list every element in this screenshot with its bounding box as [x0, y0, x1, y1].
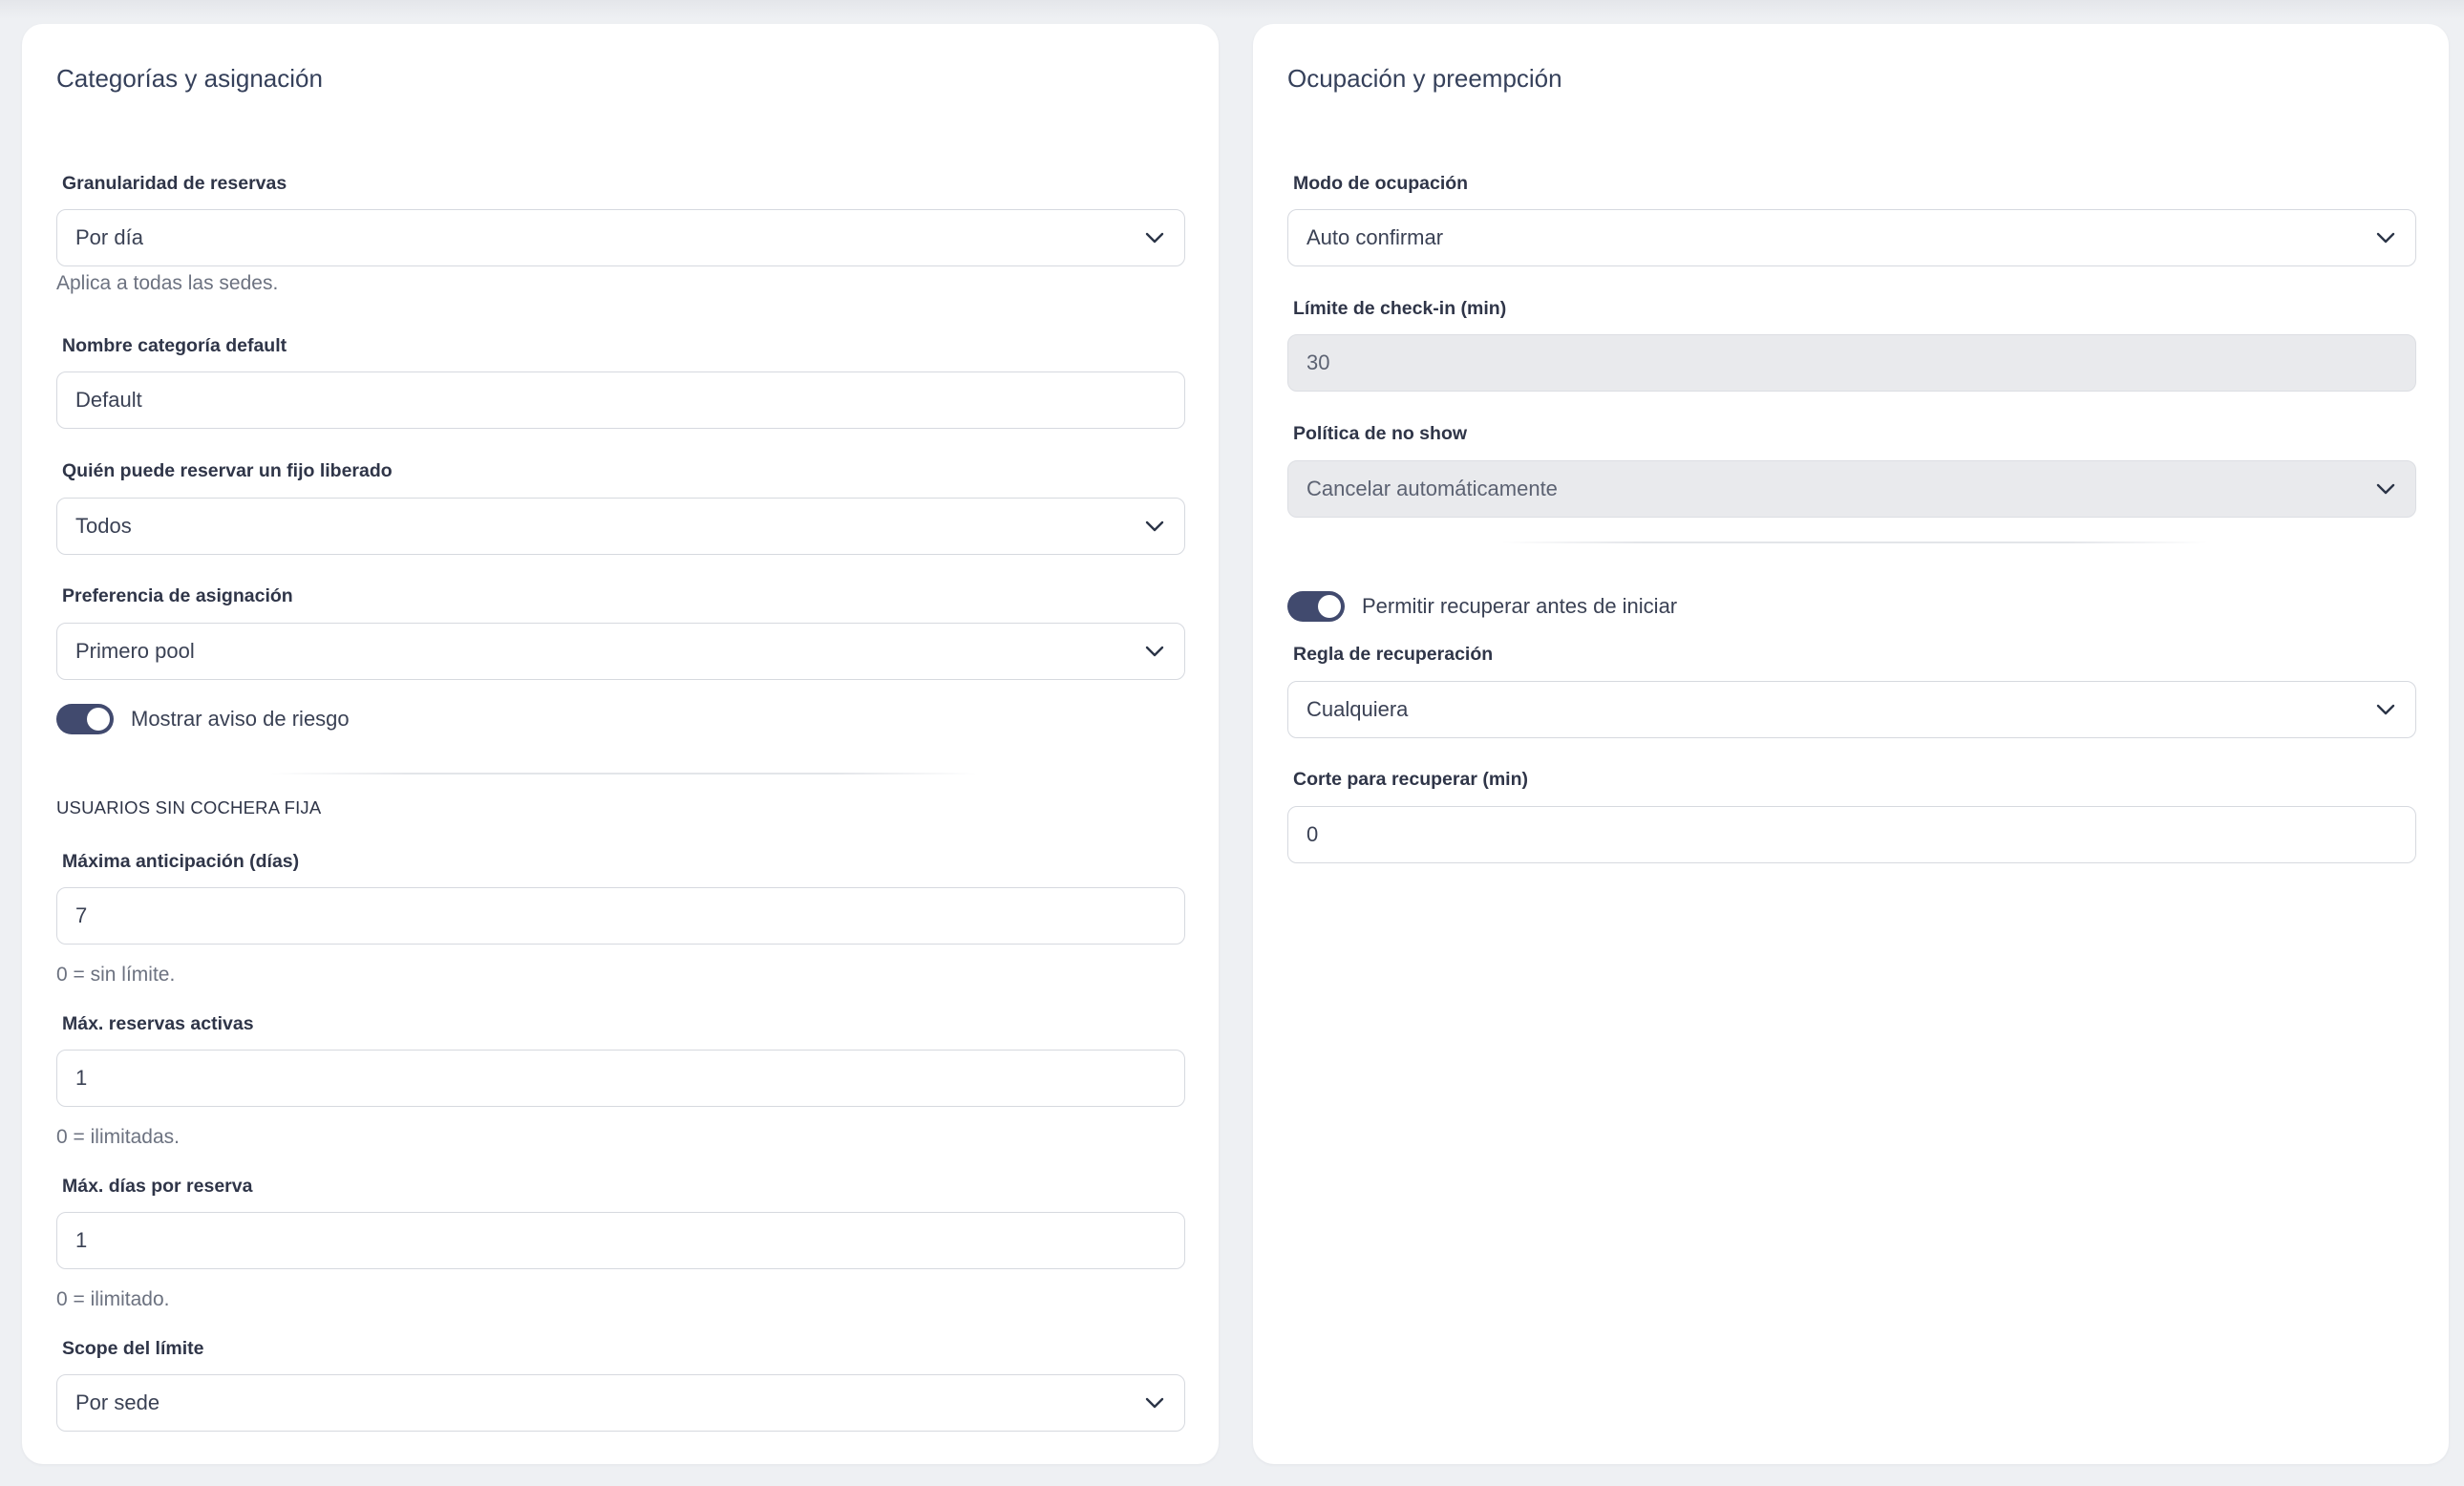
assignment-preference-value: Primero pool: [75, 639, 195, 663]
max-active-help: 0 = ilimitadas.: [56, 1126, 180, 1148]
default-category-value: Default: [75, 388, 142, 412]
no-show-policy-value: Cancelar automáticamente: [1306, 477, 1558, 500]
assignment-preference-label: Preferencia de asignación: [62, 585, 293, 606]
chevron-down-icon: [2376, 232, 2395, 244]
chevron-down-icon: [2376, 704, 2395, 715]
chevron-down-icon: [1145, 1397, 1164, 1409]
recovery-cutoff-value: 0: [1306, 822, 1319, 846]
default-category-label: Nombre categoría default: [62, 335, 287, 356]
granularity-value: Por día: [75, 225, 143, 249]
default-category-input[interactable]: Default: [56, 372, 1185, 429]
no-show-policy-select[interactable]: Cancelar automáticamente: [1287, 460, 2416, 518]
granularity-select[interactable]: Por día: [56, 209, 1185, 266]
card-title: Ocupación y preempción: [1287, 64, 1562, 93]
limit-scope-select[interactable]: Por sede: [56, 1374, 1185, 1432]
chevron-down-icon: [1145, 232, 1164, 244]
max-active-value: 1: [75, 1066, 88, 1090]
occupation-mode-value: Auto confirmar: [1306, 225, 1444, 249]
max-days-input[interactable]: 1: [56, 1212, 1185, 1269]
chevron-down-icon: [2376, 483, 2395, 495]
chevron-down-icon: [1145, 646, 1164, 657]
no-show-policy-label: Política de no show: [1293, 423, 1468, 444]
risk-warning-label: Mostrar aviso de riesgo: [131, 707, 350, 731]
max-active-input[interactable]: 1: [56, 1050, 1185, 1107]
granularity-help: Aplica a todas las sedes.: [56, 272, 279, 294]
max-advance-input[interactable]: 7: [56, 887, 1185, 945]
toggle-knob: [1318, 595, 1341, 618]
recovery-cutoff-label: Corte para recuperar (min): [1293, 769, 1528, 790]
risk-warning-row: Mostrar aviso de riesgo: [56, 704, 350, 734]
occupation-preemption-card: Ocupación y preempción Modo de ocupación…: [1253, 24, 2449, 1464]
max-days-label: Máx. días por reserva: [62, 1176, 253, 1197]
who-can-book-select[interactable]: Todos: [56, 498, 1185, 555]
recover-toggle[interactable]: [1287, 591, 1345, 622]
who-can-book-label: Quién puede reservar un fijo liberado: [62, 460, 393, 481]
chevron-down-icon: [1145, 520, 1164, 532]
toggle-knob: [87, 708, 110, 731]
categories-assignment-card: Categorías y asignación Granularidad de …: [22, 24, 1219, 1464]
checkin-limit-input[interactable]: 30: [1287, 334, 2416, 392]
risk-warning-toggle[interactable]: [56, 704, 114, 734]
who-can-book-value: Todos: [75, 514, 132, 538]
occupation-mode-label: Modo de ocupación: [1293, 173, 1469, 194]
occupation-mode-select[interactable]: Auto confirmar: [1287, 209, 2416, 266]
max-days-help: 0 = ilimitado.: [56, 1288, 170, 1310]
max-advance-label: Máxima anticipación (días): [62, 851, 300, 872]
max-advance-help: 0 = sin límite.: [56, 964, 176, 986]
checkin-limit-label: Límite de check-in (min): [1293, 298, 1507, 319]
top-edge: [0, 0, 2464, 19]
recovery-rule-label: Regla de recuperación: [1293, 644, 1494, 665]
max-advance-value: 7: [75, 903, 88, 927]
recover-row: Permitir recuperar antes de iniciar: [1287, 591, 1677, 622]
recover-label: Permitir recuperar antes de iniciar: [1362, 594, 1678, 618]
card-title: Categorías y asignación: [56, 64, 323, 93]
section-divider: [270, 773, 977, 775]
max-active-label: Máx. reservas activas: [62, 1013, 254, 1034]
recovery-rule-value: Cualquiera: [1306, 697, 1409, 721]
recovery-rule-select[interactable]: Cualquiera: [1287, 681, 2416, 738]
section-heading: USUARIOS SIN COCHERA FIJA: [56, 797, 322, 817]
checkin-limit-value: 30: [1306, 350, 1330, 374]
limit-scope-label: Scope del límite: [62, 1338, 204, 1359]
limit-scope-value: Por sede: [75, 1390, 160, 1414]
max-days-value: 1: [75, 1228, 88, 1252]
recovery-cutoff-input[interactable]: 0: [1287, 806, 2416, 863]
section-divider: [1501, 541, 2208, 543]
assignment-preference-select[interactable]: Primero pool: [56, 623, 1185, 680]
granularity-label: Granularidad de reservas: [62, 173, 287, 194]
